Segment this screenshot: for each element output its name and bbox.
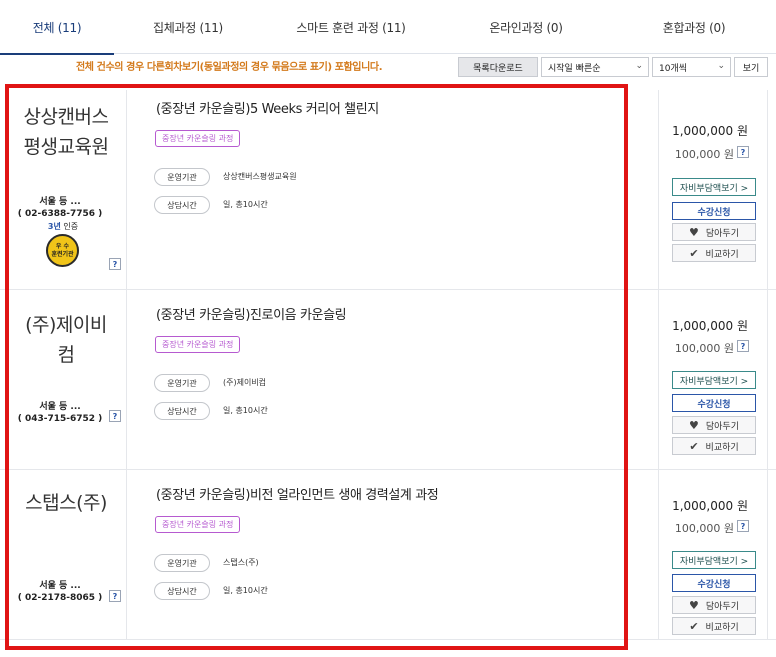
count-notice: 전체 건수의 경우 다른회차보기(동일과정의 경우 묶음으로 표기) 포함입니다… [76, 62, 383, 73]
apply-button[interactable]: 수강신청 [672, 574, 756, 592]
save-button[interactable]: ♥ 담아두기 [672, 223, 756, 241]
check-icon: ✔ [689, 246, 699, 260]
apply-button[interactable]: 수강신청 [672, 394, 756, 412]
counsel-time-value: 일, 총10시간 [223, 406, 268, 415]
check-icon: ✔ [689, 439, 699, 453]
page-size-select[interactable]: 10개씩 ⌄ [652, 57, 731, 77]
operator-value: (주)제이비컴 [223, 378, 267, 387]
self-pay-view-button[interactable]: 자비부담액보기 > [672, 371, 756, 389]
heart-icon: ♥ [689, 418, 699, 432]
course-row: 스탭스(주) 서울 등 ... ( 02-2178-8065 ) ? (중장년 … [0, 470, 776, 640]
course-category-tag: 중장년 카운슬링 과정 [155, 516, 241, 533]
course-title[interactable]: (중장년 카운슬링)5 Weeks 커리어 챌린지 [156, 98, 379, 117]
course-category-tag: 중장년 카운슬링 과정 [155, 130, 241, 147]
operator-value: 스탭스(주) [223, 558, 259, 567]
help-icon[interactable]: ? [109, 258, 121, 270]
counsel-time-value: 일, 총10시간 [223, 200, 268, 209]
help-icon[interactable]: ? [737, 340, 749, 352]
compare-button[interactable]: ✔ 비교하기 [672, 244, 756, 262]
save-button[interactable]: ♥ 담아두기 [672, 596, 756, 614]
save-button[interactable]: ♥ 담아두기 [672, 416, 756, 434]
help-icon[interactable]: ? [109, 410, 121, 422]
list-download-button[interactable]: 목록다운로드 [458, 57, 538, 77]
view-button[interactable]: 보기 [734, 57, 768, 77]
org-name[interactable]: 스탭스(주) [10, 488, 122, 518]
course-price: 1,000,000 원 [672, 499, 748, 513]
apply-button[interactable]: 수강신청 [672, 202, 756, 220]
tab-smart-training[interactable]: 스마트 훈련 과정 (11) [262, 0, 440, 54]
counsel-time-value: 일, 총10시간 [223, 586, 268, 595]
self-pay-price: 100,000 원 [674, 342, 734, 355]
course-row: 상상캔버스 평생교육원 서울 등 ... ( 02-6388-7756 ) 3년… [0, 90, 776, 290]
self-pay-view-button[interactable]: 자비부담액보기 > [672, 178, 756, 196]
course-price: 1,000,000 원 [672, 124, 748, 138]
compare-button[interactable]: ✔ 비교하기 [672, 437, 756, 455]
org-name[interactable]: 상상캔버스 평생교육원 [10, 102, 122, 162]
org-contact: 서울 등 ... ( 02-6388-7756 ) [17, 197, 103, 219]
operator-value: 상상캔버스평생교육원 [223, 172, 297, 181]
help-icon[interactable]: ? [737, 146, 749, 158]
heart-icon: ♥ [689, 225, 699, 239]
excellent-institution-badge: 우 수 훈련기관 [46, 234, 79, 267]
course-row: (주)제이비 컴 서울 등 ... ( 043-715-6752 ) ? (중장… [0, 290, 776, 470]
course-title[interactable]: (중장년 카운슬링)진로이음 카운슬링 [156, 304, 347, 323]
org-contact: 서울 등 ... ( 043-715-6752 ) [17, 402, 103, 424]
counsel-time-label: 상담시간 [154, 582, 210, 600]
counsel-time-label: 상담시간 [154, 402, 210, 420]
check-icon: ✔ [689, 619, 699, 633]
org-name[interactable]: (주)제이비 컴 [10, 310, 122, 370]
chevron-down-icon: ⌄ [717, 61, 725, 71]
operator-label: 운영기관 [154, 554, 210, 572]
tab-all[interactable]: 전체 (11) [0, 0, 114, 55]
course-type-tabs: 전체 (11) 집체과정 (11) 스마트 훈련 과정 (11) 온라인과정 (… [0, 0, 776, 55]
course-price: 1,000,000 원 [672, 319, 748, 333]
operator-label: 운영기관 [154, 168, 210, 186]
help-icon[interactable]: ? [737, 520, 749, 532]
operator-label: 운영기관 [154, 374, 210, 392]
tab-blended[interactable]: 혼합과정 (0) [612, 0, 776, 54]
self-pay-view-button[interactable]: 자비부담액보기 > [672, 551, 756, 569]
cert-period: 3년 인증 [47, 222, 79, 231]
sort-select[interactable]: 시작일 빠른순 ⌄ [541, 57, 649, 77]
tab-classroom[interactable]: 집체과정 (11) [114, 0, 262, 54]
tab-online[interactable]: 온라인과정 (0) [440, 0, 612, 54]
heart-icon: ♥ [689, 598, 699, 612]
help-icon[interactable]: ? [109, 590, 121, 602]
self-pay-price: 100,000 원 [674, 148, 734, 161]
org-contact: 서울 등 ... ( 02-2178-8065 ) [17, 581, 103, 603]
counsel-time-label: 상담시간 [154, 196, 210, 214]
sort-select-value: 시작일 빠른순 [548, 63, 601, 74]
course-category-tag: 중장년 카운슬링 과정 [155, 336, 241, 353]
compare-button[interactable]: ✔ 비교하기 [672, 617, 756, 635]
page-size-select-value: 10개씩 [659, 63, 688, 74]
chevron-down-icon: ⌄ [635, 61, 643, 71]
course-title[interactable]: (중장년 카운슬링)비전 얼라인먼트 생애 경력설계 과정 [156, 484, 439, 503]
self-pay-price: 100,000 원 [674, 522, 734, 535]
